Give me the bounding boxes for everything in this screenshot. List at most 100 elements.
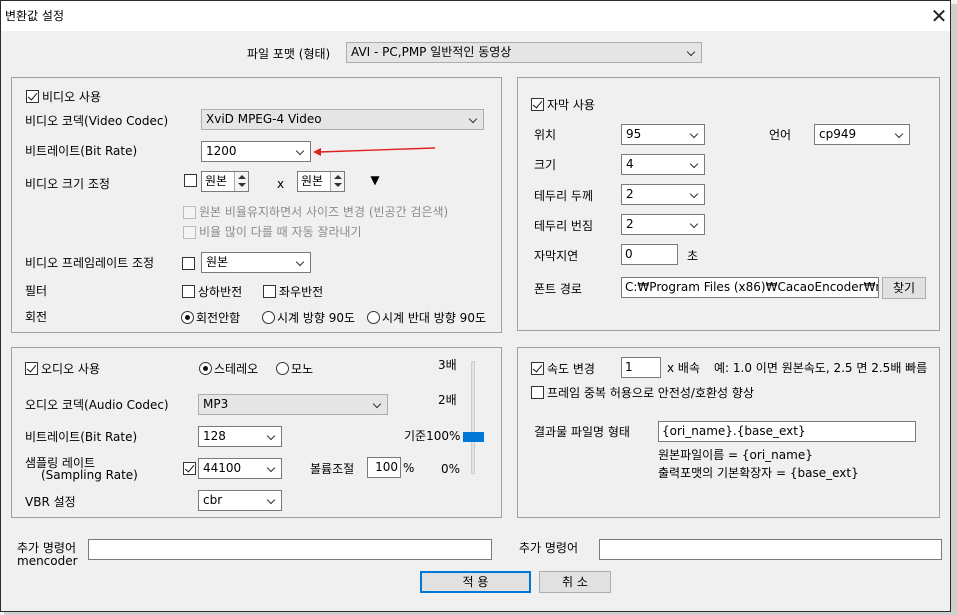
border-blur-select[interactable]: 2 xyxy=(621,214,705,235)
video-codec-value: XviD MPEG-4 Video xyxy=(206,112,322,126)
chevron-down-icon xyxy=(293,253,310,272)
subtitle-language-select[interactable]: cp949 xyxy=(814,124,910,145)
subtitle-size-select[interactable]: 4 xyxy=(621,154,705,175)
border-blur-label: 테두리 번짐 xyxy=(534,219,594,233)
settings-dialog: 변환값 설정 ✕ 파일 포맷 (형태) AVI - PC,PMP 일반적인 동영… xyxy=(0,0,951,612)
subtitle-enable-label: 자막 사용 xyxy=(547,98,595,112)
subtitle-language-label: 언어 xyxy=(769,128,792,142)
video-enable-checkbox[interactable] xyxy=(26,90,39,103)
volume-scale-3x: 3배 xyxy=(438,358,457,372)
close-icon[interactable]: ✕ xyxy=(927,3,951,29)
sampling-label-en: (Sampling Rate) xyxy=(41,468,138,482)
extra-command-right-label: 추가 명령어 xyxy=(519,541,579,555)
spinner-icon[interactable] xyxy=(234,172,248,191)
chevron-down-icon xyxy=(687,155,704,174)
speed-enable-checkbox[interactable] xyxy=(531,362,544,375)
audio-codec-select[interactable]: MP3 xyxy=(198,394,388,415)
extra-command-left-label: 추가 명령어 xyxy=(17,541,77,555)
rotate-none-label: 회전안함 xyxy=(196,311,241,325)
sampling-checkbox[interactable] xyxy=(183,462,196,475)
volume-label: 볼륨조절 xyxy=(310,462,355,476)
subtitle-position-value: 95 xyxy=(626,127,642,141)
chevron-down-icon xyxy=(264,459,281,478)
sampling-select[interactable]: 44100 xyxy=(198,458,282,479)
video-bitrate-select[interactable]: 1200 xyxy=(201,141,311,162)
vbr-select[interactable]: cbr xyxy=(198,490,282,511)
title-bar: 변환값 설정 ✕ xyxy=(1,1,950,31)
speed-input[interactable]: 1 xyxy=(621,357,661,378)
border-width-label: 테두리 두께 xyxy=(534,189,594,203)
chevron-down-icon xyxy=(684,43,701,62)
chevron-down-icon xyxy=(687,185,704,204)
annotation-arrow-icon xyxy=(313,147,436,156)
speed-example-text: 예: 1.0 이면 원본속도, 2.5 면 2.5배 빠름 xyxy=(714,361,928,375)
mono-radio[interactable] xyxy=(276,362,289,375)
rotate-none-radio[interactable] xyxy=(181,311,194,324)
stereo-radio[interactable] xyxy=(199,362,212,375)
window-shadow-right xyxy=(951,4,957,615)
rotate-ccw-radio[interactable] xyxy=(367,311,380,324)
file-format-value: AVI - PC,PMP 일반적인 동영상 xyxy=(351,45,512,59)
audio-codec-label: 오디오 코덱(Audio Codec) xyxy=(25,398,169,412)
video-width-input[interactable]: 원본 xyxy=(201,171,249,192)
video-bitrate-label: 비트레이트(Bit Rate) xyxy=(25,144,138,158)
volume-slider-thumb[interactable] xyxy=(463,432,484,442)
font-path-value: C:₩Program Files (x86)₩CacaoEncoder₩mpla… xyxy=(625,280,878,294)
keep-ratio-label: 원본 비율유지하면서 사이즈 변경 (빈공간 검은색) xyxy=(199,205,449,219)
framerate-select[interactable]: 원본 xyxy=(201,252,311,273)
flip-horizontal-checkbox[interactable] xyxy=(263,285,276,298)
file-format-select[interactable]: AVI - PC,PMP 일반적인 동영상 xyxy=(346,42,702,63)
keep-ratio-checkbox[interactable] xyxy=(183,206,196,219)
result-name-value: {ori_name}.{base_ext} xyxy=(662,424,806,438)
flip-vertical-label: 상하반전 xyxy=(198,285,243,299)
font-path-input[interactable]: C:₩Program Files (x86)₩CacaoEncoder₩mpla… xyxy=(621,277,879,298)
chevron-down-icon xyxy=(264,491,281,510)
cancel-button[interactable]: 취 소 xyxy=(539,571,611,593)
video-size-label: 비디오 크기 조정 xyxy=(25,177,110,191)
video-size-checkbox[interactable] xyxy=(184,174,197,187)
volume-input[interactable]: 100 xyxy=(367,457,401,478)
stereo-label: 스테레오 xyxy=(214,362,259,376)
auto-crop-label: 비율 많이 다를 때 자동 잘라내기 xyxy=(199,225,362,239)
volume-scale-2x: 2배 xyxy=(438,393,457,407)
audio-enable-checkbox[interactable] xyxy=(25,362,38,375)
subtitle-delay-input[interactable]: 0 xyxy=(621,244,678,265)
border-width-select[interactable]: 2 xyxy=(621,184,705,205)
video-height-input[interactable]: 원본 xyxy=(297,171,345,192)
flip-vertical-checkbox[interactable] xyxy=(182,285,195,298)
chevron-down-icon xyxy=(892,125,909,144)
extra-command-right-input[interactable] xyxy=(599,539,942,560)
subtitle-language-value: cp949 xyxy=(819,127,857,141)
result-name-input[interactable]: {ori_name}.{base_ext} xyxy=(658,421,916,442)
vbr-label: VBR 설정 xyxy=(25,495,76,509)
size-times-label: x xyxy=(277,177,285,191)
spinner-icon[interactable] xyxy=(330,172,344,191)
video-codec-select[interactable]: XviD MPEG-4 Video xyxy=(201,109,484,130)
volume-slider-track[interactable] xyxy=(471,361,475,474)
extra-command-mencoder-input[interactable] xyxy=(88,539,492,560)
frame-dup-checkbox[interactable] xyxy=(531,386,544,399)
auto-crop-checkbox[interactable] xyxy=(183,226,196,239)
audio-bitrate-select[interactable]: 128 xyxy=(198,426,282,447)
apply-button[interactable]: 적 용 xyxy=(420,571,531,593)
video-bitrate-value: 1200 xyxy=(206,144,237,158)
chevron-down-icon xyxy=(466,110,483,129)
chevron-down-icon xyxy=(370,395,387,414)
subtitle-delay-value: 0 xyxy=(625,247,633,261)
window-title: 변환값 설정 xyxy=(5,9,65,23)
size-preset-dropdown-icon[interactable]: ▼ xyxy=(367,171,383,189)
subtitle-enable-checkbox[interactable] xyxy=(531,98,544,111)
subtitle-size-label: 크기 xyxy=(534,158,557,172)
browse-font-button[interactable]: 찾기 xyxy=(882,277,926,299)
audio-bitrate-value: 128 xyxy=(203,429,226,443)
audio-codec-value: MP3 xyxy=(203,397,229,411)
framerate-checkbox[interactable] xyxy=(182,257,195,270)
video-width-value: 원본 xyxy=(205,174,228,188)
video-enable-label: 비디오 사용 xyxy=(42,90,102,104)
volume-unit: % xyxy=(403,461,415,475)
rotate-cw-radio[interactable] xyxy=(262,311,275,324)
volume-value: 100 xyxy=(375,460,398,474)
file-format-label: 파일 포맷 (형태) xyxy=(247,47,331,61)
chevron-down-icon xyxy=(687,215,704,234)
subtitle-position-select[interactable]: 95 xyxy=(621,124,705,145)
